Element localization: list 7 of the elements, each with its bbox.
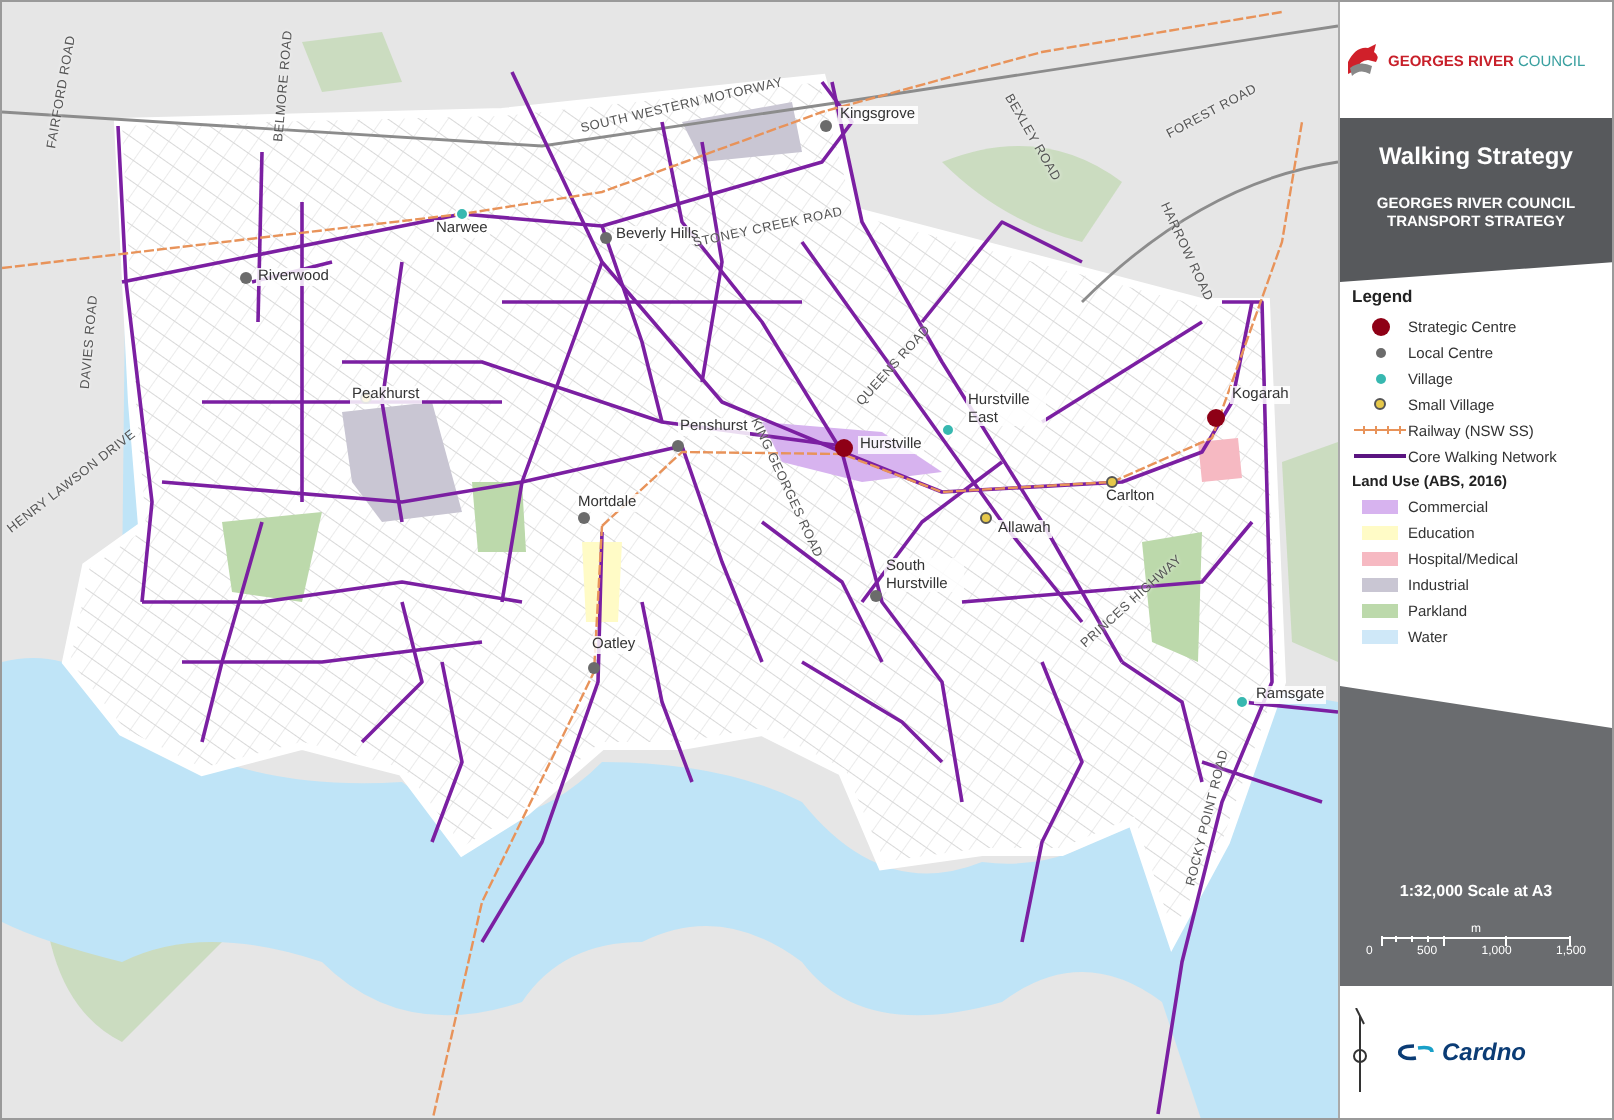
scale-bar-icon <box>1380 936 1572 946</box>
scale-text: 1:32,000 Scale at A3 <box>1399 882 1553 900</box>
map-title: Walking Strategy <box>1379 142 1573 170</box>
brand-name: Cardno <box>1442 1038 1526 1066</box>
legend-title: Legend <box>1352 286 1415 306</box>
north-arrow-icon <box>1352 1008 1368 1096</box>
swirl-logo-icon <box>1396 1042 1436 1062</box>
